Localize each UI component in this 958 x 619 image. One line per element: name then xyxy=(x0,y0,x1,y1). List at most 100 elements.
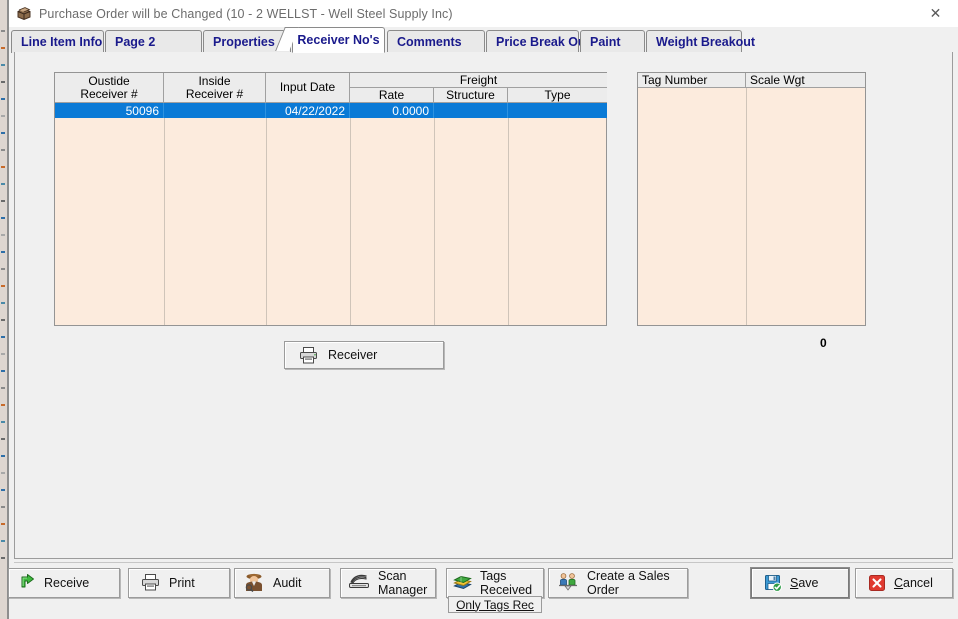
column-header-rate[interactable]: Rate xyxy=(350,88,434,103)
decorative-fleck xyxy=(1,132,5,134)
decorative-fleck xyxy=(1,557,5,559)
tab-label: Paint xyxy=(590,35,621,49)
save-label: Save xyxy=(790,576,819,590)
detective-icon xyxy=(243,572,265,595)
tag-total-count: 0 xyxy=(820,336,827,350)
tab-label: Weight Breakout xyxy=(656,35,756,49)
decorative-fleck xyxy=(1,387,5,389)
decorative-fleck xyxy=(1,404,5,406)
toolbar-button-label: Scan Manager xyxy=(378,569,428,597)
cell-outside-receiver[interactable]: 50096 xyxy=(55,103,164,118)
decorative-fleck xyxy=(1,285,5,287)
close-icon[interactable]: ✕ xyxy=(913,0,958,27)
decorative-fleck xyxy=(1,421,5,423)
grid-column-divider xyxy=(434,103,435,325)
cell-freight-type[interactable] xyxy=(508,103,607,118)
decorative-fleck xyxy=(1,523,5,525)
column-header-scale-wgt[interactable]: Scale Wgt xyxy=(746,73,865,88)
decorative-fleck xyxy=(1,81,5,83)
toolbar-button-print[interactable]: Print xyxy=(128,568,230,598)
tab-receiver-no-s[interactable]: Receiver No's xyxy=(275,27,385,53)
column-header-input-date[interactable]: Input Date xyxy=(266,73,350,103)
decorative-fleck xyxy=(1,64,5,66)
column-header-tag-number[interactable]: Tag Number xyxy=(638,73,746,88)
decorative-fleck xyxy=(1,166,5,168)
cell-input-date[interactable]: 04/22/2022 xyxy=(266,103,350,118)
grid-column-divider xyxy=(746,88,747,325)
toolbar-button-label: Create a Sales Order xyxy=(587,569,670,597)
print-receiver-button[interactable]: Receiver xyxy=(284,341,444,369)
column-header-outside-receiver[interactable]: Oustide Receiver # xyxy=(55,73,164,103)
grid-column-divider xyxy=(350,103,351,325)
decorative-fleck xyxy=(1,183,5,185)
decorative-fleck xyxy=(1,370,5,372)
background-window-sliver xyxy=(0,0,9,619)
tab-label: Price Break Out xyxy=(496,35,590,49)
toolbar-button-label: Print xyxy=(169,576,195,590)
toolbar-button-label: Audit xyxy=(273,576,302,590)
toolbar-sub-button-only-tags-rec[interactable]: Only Tags Rec xyxy=(448,596,542,613)
tab-strip: Line Item Info Page 2 Properties Receiver N… xyxy=(9,27,958,53)
title-bar: Purchase Order will be Changed (10 - 2 W… xyxy=(9,0,958,27)
scanner-icon xyxy=(348,573,370,593)
tab-line-item-info[interactable]: Line Item Info xyxy=(11,30,104,53)
tab-label: Page 2 xyxy=(115,35,156,49)
cell-freight-rate[interactable]: 0.0000 xyxy=(350,103,434,118)
receiver-grid[interactable]: Oustide Receiver # Inside Receiver # Inp… xyxy=(54,72,607,326)
tab-comments[interactable]: Comments xyxy=(387,30,485,53)
grid-column-divider xyxy=(508,103,509,325)
decorative-fleck xyxy=(1,115,5,117)
toolbar-button-create-a-sales-order[interactable]: Create a Sales Order xyxy=(548,568,688,598)
window-edge-line xyxy=(7,0,9,619)
decorative-fleck xyxy=(1,506,5,508)
sales-order-icon xyxy=(557,572,579,594)
window-title: Purchase Order will be Changed (10 - 2 W… xyxy=(39,6,453,21)
decorative-fleck xyxy=(1,540,5,542)
column-header-type[interactable]: Type xyxy=(508,88,607,103)
toolbar-button-audit[interactable]: Audit xyxy=(234,568,330,598)
tag-grid[interactable]: Tag Number Scale Wgt xyxy=(637,72,866,326)
application-window: Purchase Order will be Changed (10 - 2 W… xyxy=(0,0,958,619)
tab-price-break-out[interactable]: Price Break Out xyxy=(486,30,590,53)
tab-page-2[interactable]: Page 2 xyxy=(105,30,202,53)
cell-inside-receiver[interactable] xyxy=(164,103,266,118)
decorative-fleck xyxy=(1,455,5,457)
column-group-header-freight: Freight xyxy=(350,73,607,88)
grid-column-divider xyxy=(266,103,267,325)
package-box-icon xyxy=(16,6,32,22)
printer-icon xyxy=(141,573,161,594)
tab-label: Line Item Info xyxy=(21,35,103,49)
decorative-fleck xyxy=(1,438,5,440)
column-header-inside-receiver[interactable]: Inside Receiver # xyxy=(164,73,266,103)
tab-panel-receiver-nos: Oustide Receiver # Inside Receiver # Inp… xyxy=(14,52,953,559)
close-glyph: ✕ xyxy=(929,5,942,22)
save-disk-icon xyxy=(764,574,782,592)
books-icon xyxy=(453,573,472,594)
print-receiver-label: Receiver xyxy=(328,348,378,362)
table-row[interactable]: 50096 04/22/2022 0.0000 xyxy=(55,103,607,118)
decorative-fleck xyxy=(1,302,5,304)
toolbar-button-label: Receive xyxy=(44,576,90,590)
decorative-fleck xyxy=(1,336,5,338)
decorative-fleck xyxy=(1,217,5,219)
decorative-fleck xyxy=(1,268,5,270)
toolbar-button-tags-received[interactable]: Tags Received xyxy=(446,568,544,598)
tab-label: Receiver No's xyxy=(297,33,380,47)
tab-label: Properties xyxy=(213,35,275,49)
toolbar-separator xyxy=(14,562,953,563)
decorative-fleck xyxy=(1,30,5,32)
green-arrow-icon xyxy=(19,573,36,593)
decorative-fleck xyxy=(1,98,5,100)
decorative-fleck xyxy=(1,234,5,236)
tab-weight-breakout[interactable]: Weight Breakout xyxy=(646,30,755,53)
toolbar-button-receive[interactable]: Receive xyxy=(8,568,120,598)
column-header-structure[interactable]: Structure xyxy=(434,88,508,103)
decorative-fleck xyxy=(1,489,5,491)
decorative-fleck xyxy=(1,353,5,355)
toolbar-button-scan-manager[interactable]: Scan Manager xyxy=(340,568,436,598)
tab-paint[interactable]: Paint xyxy=(580,30,645,53)
cancel-button[interactable]: Cancel xyxy=(855,568,953,598)
save-button[interactable]: Save xyxy=(751,568,849,598)
printer-icon xyxy=(299,346,319,364)
cell-freight-structure[interactable] xyxy=(434,103,508,118)
